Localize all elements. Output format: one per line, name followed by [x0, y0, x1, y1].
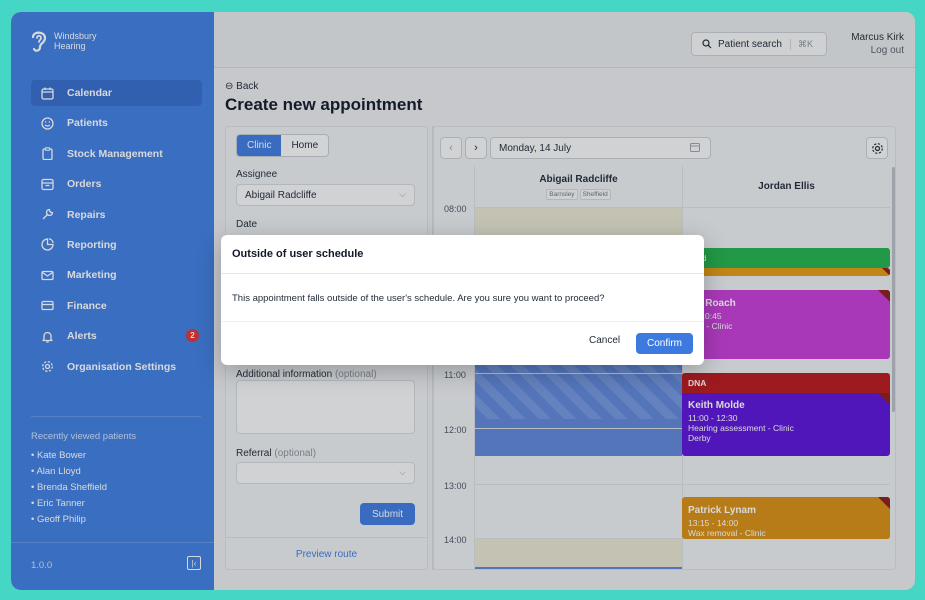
divider: [221, 321, 704, 322]
dialog-title: Outside of user schedule: [232, 248, 364, 260]
outside-schedule-dialog: Outside of user schedule This appointmen…: [221, 235, 704, 365]
cancel-button[interactable]: Cancel: [589, 335, 620, 346]
divider: [221, 273, 704, 274]
dialog-message: This appointment falls outside of the us…: [232, 293, 605, 304]
confirm-button[interactable]: Confirm: [636, 333, 693, 354]
app-window: Windsbury Hearing Calendar Patients Stoc…: [11, 12, 915, 590]
